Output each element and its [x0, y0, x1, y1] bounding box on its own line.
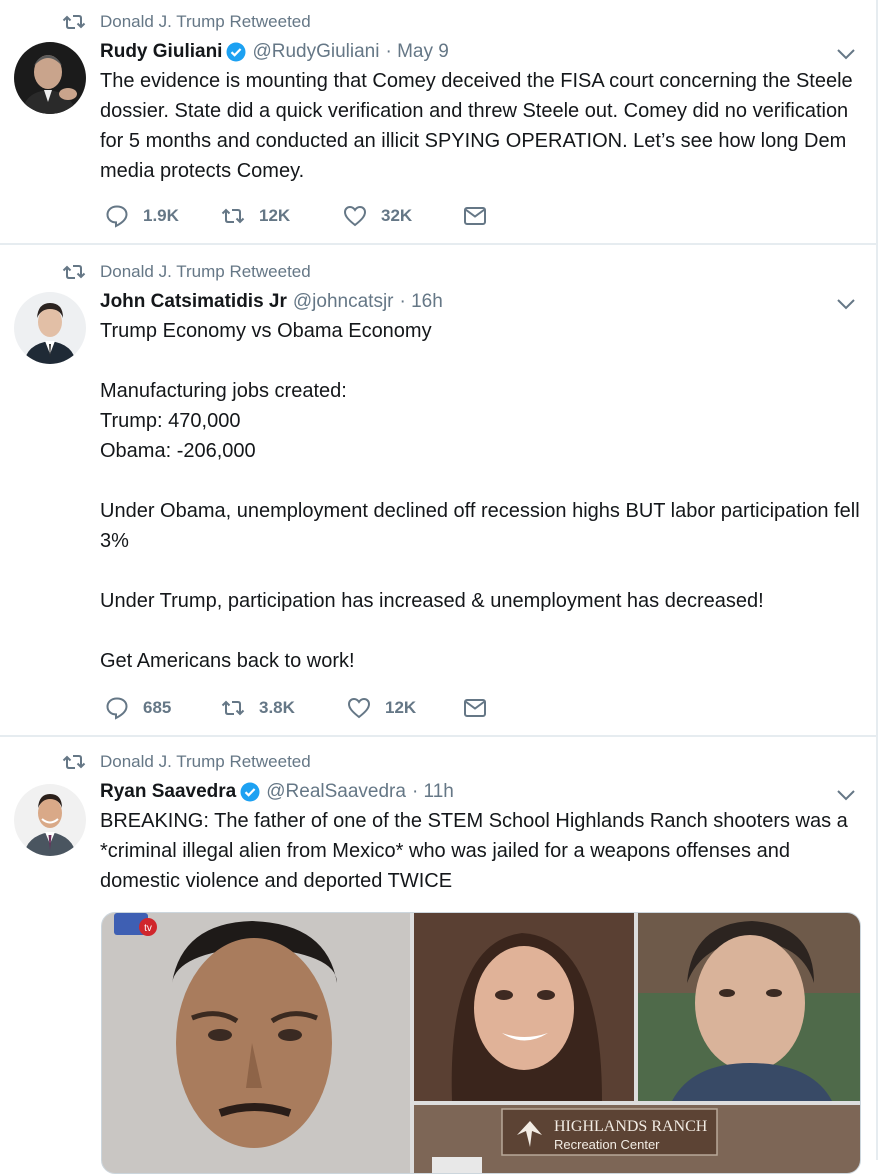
- retweet-icon: [221, 208, 245, 224]
- chevron-down-icon[interactable]: [836, 298, 856, 310]
- retweet-count: 3.8K: [259, 698, 295, 717]
- direct-message-button[interactable]: [463, 204, 487, 228]
- tweet-text: The evidence is mounting that Comey dece…: [100, 66, 870, 186]
- envelope-icon: [464, 207, 486, 225]
- timestamp[interactable]: · 16h: [400, 291, 443, 313]
- tweet-actions: 685 3.8K 12K: [105, 693, 487, 723]
- tweet-body: Trump Economy vs Obama Economy Manufactu…: [100, 320, 860, 672]
- tweet-body: The evidence is mounting that Comey dece…: [100, 70, 853, 182]
- display-name[interactable]: John Catsimatidis Jr: [100, 291, 287, 313]
- direct-message-button[interactable]: [463, 696, 487, 720]
- like-button[interactable]: 12K: [347, 696, 463, 720]
- tweet-actions: 1.9K 12K 32K: [105, 201, 487, 231]
- retweet-icon: [62, 265, 86, 279]
- tweet-divider: [0, 735, 876, 737]
- retweet-button[interactable]: 3.8K: [221, 696, 347, 720]
- tweet-header: Rudy Giuliani @RudyGiuliani · May 9: [100, 38, 449, 66]
- display-name[interactable]: Rudy Giuliani: [100, 41, 222, 63]
- user-handle[interactable]: @RudyGiuliani: [252, 41, 379, 63]
- reply-button[interactable]: 685: [105, 696, 221, 720]
- media-photo-collage[interactable]: tv HIGHLANDS RANCH Recreation Center: [102, 913, 860, 1173]
- heart-icon: [343, 205, 367, 227]
- retweet-context: Donald J. Trump Retweeted: [62, 10, 311, 34]
- retweeted-by-label[interactable]: Donald J. Trump Retweeted: [100, 752, 311, 772]
- like-button[interactable]: 32K: [343, 204, 463, 228]
- envelope-icon: [464, 699, 486, 717]
- media-grid[interactable]: tv HIGHLANDS RANCH Recreation Center: [101, 912, 861, 1174]
- timestamp[interactable]: · 11h: [412, 781, 454, 803]
- verified-badge-icon: [240, 782, 260, 802]
- display-name[interactable]: Ryan Saavedra: [100, 781, 236, 803]
- tweet-text: BREAKING: The father of one of the STEM …: [100, 806, 870, 896]
- tweet-header: Ryan Saavedra @RealSaavedra · 11h: [100, 778, 454, 806]
- avatar[interactable]: [14, 42, 86, 114]
- avatar[interactable]: [14, 292, 86, 364]
- reply-count: 685: [143, 698, 172, 717]
- retweet-icon: [221, 700, 245, 716]
- sign-line-2: Recreation Center: [554, 1137, 660, 1152]
- verified-badge-icon: [226, 42, 246, 62]
- retweet-count: 12K: [259, 206, 291, 225]
- tweet-header: John Catsimatidis Jr @johncatsjr · 16h: [100, 288, 443, 316]
- like-count: 32K: [381, 206, 413, 225]
- avatar[interactable]: [14, 784, 86, 856]
- retweet-context: Donald J. Trump Retweeted: [62, 260, 311, 284]
- user-handle[interactable]: @johncatsjr: [293, 291, 394, 313]
- retweeted-by-label[interactable]: Donald J. Trump Retweeted: [100, 12, 311, 32]
- retweet-icon: [62, 755, 86, 769]
- chevron-down-icon[interactable]: [836, 789, 856, 801]
- user-handle[interactable]: @RealSaavedra: [266, 781, 406, 803]
- reply-icon: [106, 205, 128, 228]
- heart-icon: [347, 697, 371, 719]
- sign-line-1: HIGHLANDS RANCH: [554, 1118, 708, 1135]
- timestamp[interactable]: · May 9: [385, 41, 448, 63]
- retweet-button[interactable]: 12K: [221, 204, 343, 228]
- reply-button[interactable]: 1.9K: [105, 204, 221, 228]
- tweet-body: BREAKING: The father of one of the STEM …: [100, 810, 848, 892]
- station-logo-text: tv: [144, 923, 152, 934]
- chevron-down-icon[interactable]: [836, 48, 856, 60]
- tweet-divider: [0, 243, 876, 245]
- like-count: 12K: [385, 698, 417, 717]
- reply-count: 1.9K: [143, 206, 179, 225]
- retweeted-by-label[interactable]: Donald J. Trump Retweeted: [100, 262, 311, 282]
- retweet-icon: [62, 15, 86, 29]
- reply-icon: [106, 697, 128, 720]
- retweet-context: Donald J. Trump Retweeted: [62, 750, 311, 774]
- tweet-text: Trump Economy vs Obama Economy Manufactu…: [100, 316, 870, 676]
